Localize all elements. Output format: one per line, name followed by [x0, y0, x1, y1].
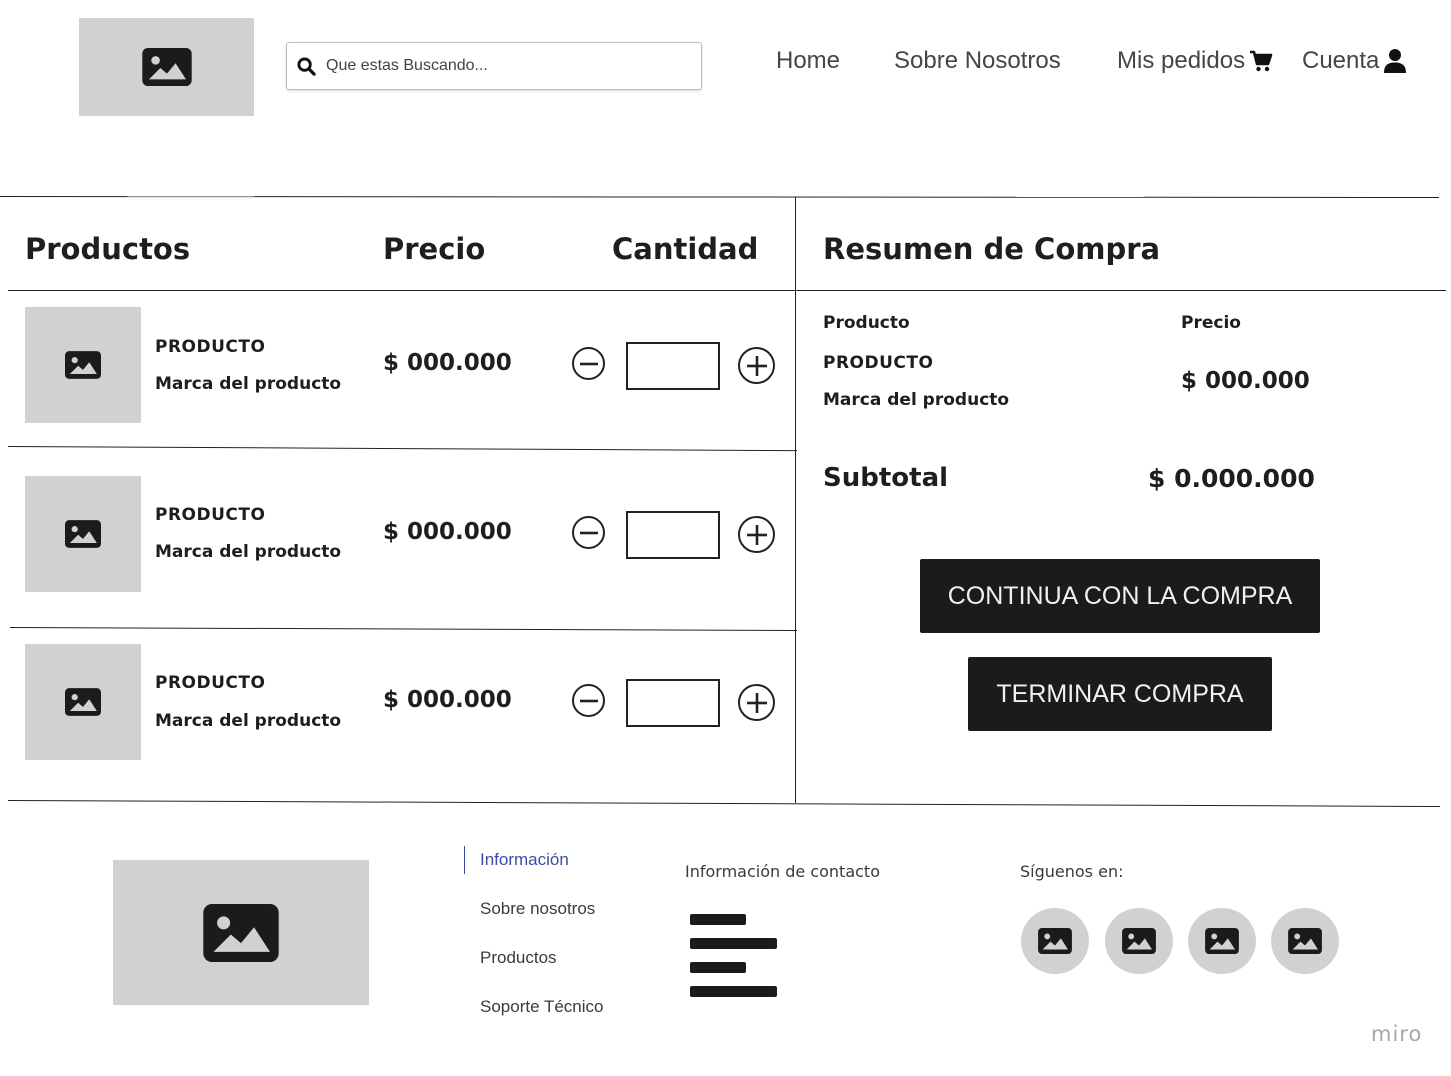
search-icon [297, 56, 316, 76]
social-link[interactable] [1188, 908, 1256, 974]
divider [8, 290, 1446, 291]
minus-icon [579, 362, 598, 365]
footer-link-sobre-nosotros[interactable]: Sobre nosotros [480, 899, 595, 919]
cart-icon [1250, 50, 1273, 72]
nav-about[interactable]: Sobre Nosotros [894, 47, 1061, 75]
decrease-quantity-button[interactable] [572, 684, 605, 717]
finish-purchase-button[interactable]: TERMINAR COMPRA [968, 657, 1272, 731]
social-link[interactable] [1105, 908, 1173, 974]
increase-quantity-button[interactable] [738, 684, 775, 721]
image-icon [203, 904, 279, 962]
product-image [25, 476, 141, 592]
product-name: PRODUCTO [155, 337, 266, 357]
column-header-products: Productos [25, 232, 191, 266]
product-name: PRODUCTO [155, 673, 266, 693]
nav-orders[interactable]: Mis pedidos [1117, 47, 1274, 75]
summary-col-product: Producto [823, 313, 910, 333]
quantity-input[interactable] [626, 342, 720, 390]
continue-purchase-label: CONTINUA CON LA COMPRA [947, 581, 1293, 610]
social-link[interactable] [1021, 908, 1089, 974]
divider [7, 800, 1440, 807]
summary-product-name: PRODUCTO [823, 353, 934, 373]
cart-row: PRODUCTO Marca del producto $ 000.000 [0, 300, 795, 440]
quantity-input[interactable] [626, 679, 720, 727]
minus-icon [579, 531, 598, 534]
product-price: $ 000.000 [383, 687, 512, 713]
subtotal-value: $ 0.000.000 [1148, 464, 1315, 493]
product-brand: Marca del producto [155, 374, 342, 394]
product-brand: Marca del producto [155, 711, 342, 731]
cart-row: PRODUCTO Marca del producto $ 000.000 [0, 469, 795, 609]
nav-orders-label: Mis pedidos [1117, 47, 1246, 74]
product-price: $ 000.000 [383, 519, 512, 545]
product-price: $ 000.000 [383, 350, 512, 376]
continue-purchase-button[interactable]: CONTINUA CON LA COMPRA [920, 559, 1320, 633]
product-name: PRODUCTO [155, 505, 266, 525]
search-input[interactable] [324, 56, 688, 76]
logo-placeholder[interactable] [79, 18, 254, 116]
product-brand: Marca del producto [155, 542, 342, 562]
summary-title: Resumen de Compra [823, 232, 1161, 266]
follow-us-title: Síguenos en: [1020, 862, 1124, 881]
nav-account[interactable]: Cuenta [1302, 47, 1407, 75]
search-bar[interactable] [286, 42, 702, 90]
footer-link-informacion[interactable]: Información [480, 850, 569, 870]
divider [9, 627, 797, 632]
image-icon [142, 48, 192, 86]
social-link[interactable] [1271, 908, 1339, 974]
divider [7, 446, 797, 452]
nav-home-label: Home [776, 47, 841, 74]
summary-product-brand: Marca del producto [823, 390, 1010, 410]
footer-link-soporte-tecnico[interactable]: Soporte Técnico [480, 997, 603, 1017]
align-left-icon [690, 914, 777, 997]
increase-quantity-button[interactable] [738, 516, 775, 553]
cart-row: PRODUCTO Marca del producto $ 000.000 [0, 637, 795, 777]
decrease-quantity-button[interactable] [572, 347, 605, 380]
user-icon [1384, 49, 1407, 73]
column-header-quantity: Cantidad [612, 232, 759, 266]
product-image [25, 644, 141, 760]
plus-icon [746, 355, 767, 376]
plus-icon [746, 524, 767, 545]
quantity-input[interactable] [626, 511, 720, 559]
watermark: miro [1371, 1022, 1423, 1046]
divider [795, 197, 796, 803]
column-header-price: Precio [383, 232, 486, 266]
nav-home[interactable]: Home [776, 47, 840, 75]
summary-product-price: $ 000.000 [1181, 368, 1310, 394]
nav-about-label: Sobre Nosotros [894, 47, 1061, 74]
increase-quantity-button[interactable] [738, 347, 775, 384]
image-icon [65, 520, 101, 548]
footer-link-productos[interactable]: Productos [480, 948, 557, 968]
minus-icon [579, 699, 598, 702]
image-icon [1038, 928, 1072, 954]
image-icon [65, 688, 101, 716]
plus-icon [746, 692, 767, 713]
product-image [25, 307, 141, 423]
decrease-quantity-button[interactable] [572, 516, 605, 549]
image-icon [1205, 928, 1239, 954]
finish-purchase-label: TERMINAR COMPRA [996, 679, 1244, 708]
divider [0, 196, 1440, 199]
image-icon [1122, 928, 1156, 954]
image-icon [65, 351, 101, 379]
nav-account-label: Cuenta [1302, 47, 1380, 74]
image-icon [1288, 928, 1322, 954]
footer-logo-placeholder [113, 860, 369, 1005]
contact-title: Información de contacto [685, 862, 880, 881]
subtotal-label: Subtotal [823, 463, 949, 493]
summary-col-price: Precio [1181, 313, 1241, 333]
footer-link-active-indicator [464, 846, 465, 874]
